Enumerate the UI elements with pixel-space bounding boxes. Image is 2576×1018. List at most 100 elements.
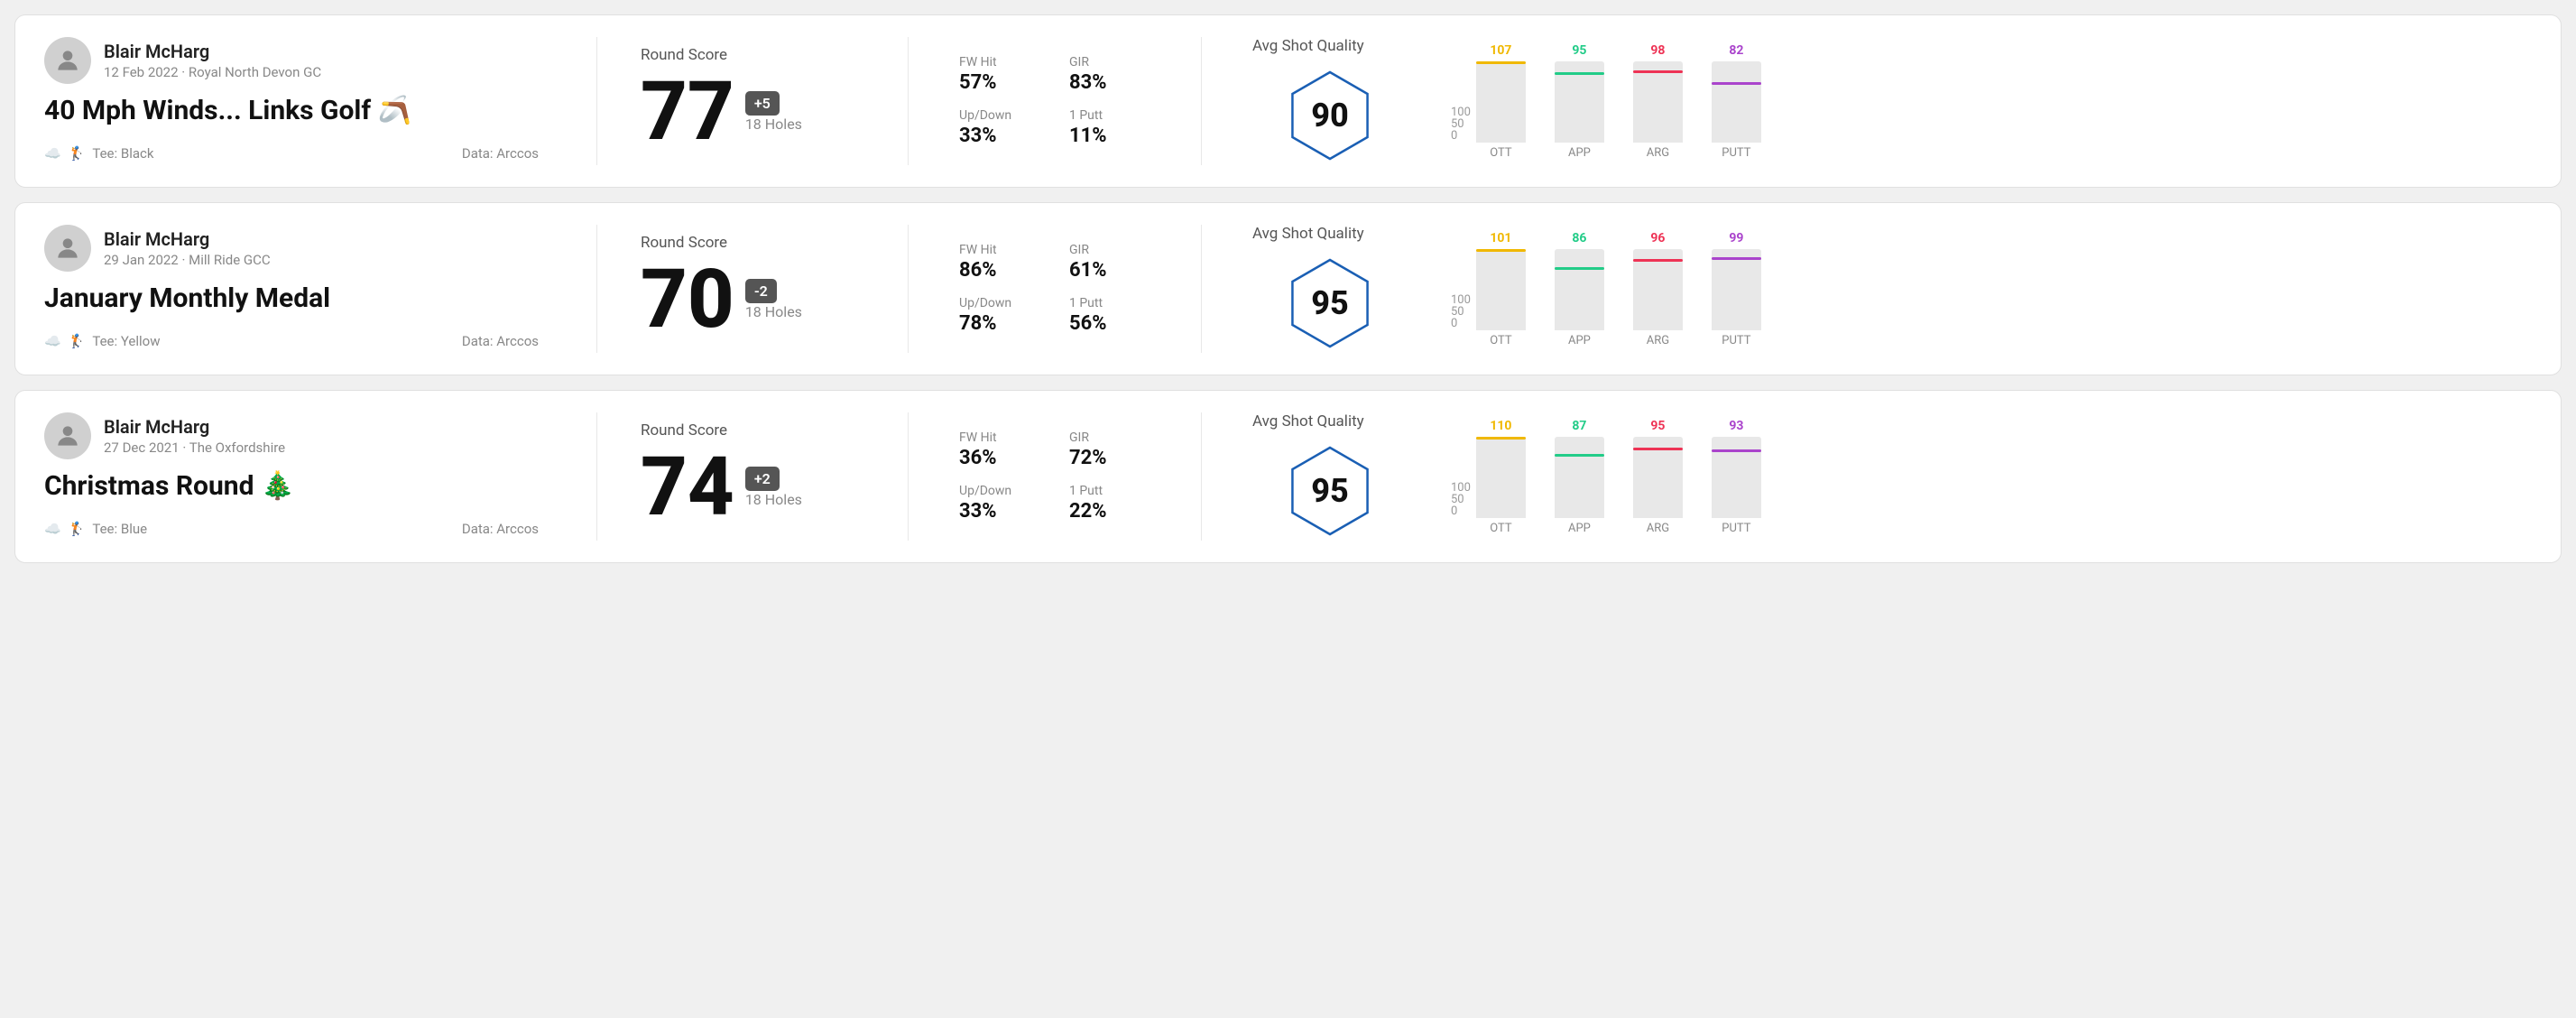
bar-line-ott [1476,437,1526,440]
updown-stat: Up/Down 33% [959,108,1040,147]
quality-section: Avg Shot Quality 95 [1231,225,1429,353]
avatar [44,37,91,84]
tee-label: Tee: Black [92,145,153,162]
avg-shot-label: Avg Shot Quality [1252,37,1364,55]
bar-value-app: 95 [1572,43,1586,58]
user-date: 27 Dec 2021 · The Oxfordshire [104,440,285,456]
gir-value: 83% [1069,71,1150,94]
gir-label: GIR [1069,430,1150,445]
bar-wrapper-app [1555,437,1604,518]
tee-row: ☁️ 🏌️ Tee: Black Data: Arccos [44,145,539,162]
user-icon [53,234,82,263]
tee-label: Tee: Blue [92,521,147,537]
holes-label: 18 Holes [745,116,802,133]
hexagon-container: 90 [1280,66,1380,165]
bar-group-putt: 93 PUTT [1712,419,1761,535]
bar-wrapper-arg [1633,249,1683,330]
score-badge: -2 [745,279,777,303]
bar-label-arg: ARG [1647,146,1669,160]
section-divider-1 [596,412,597,541]
updown-value: 33% [959,125,1040,147]
fw-hit-value: 86% [959,259,1040,282]
bar-value-arg: 98 [1650,43,1665,58]
bar-label-app: APP [1568,334,1591,347]
oneputt-value: 11% [1069,125,1150,147]
bar-value-app: 87 [1572,419,1586,433]
bar-line-app [1555,454,1604,457]
bar-label-arg: ARG [1647,334,1669,347]
hexagon-container: 95 [1280,441,1380,541]
section-divider-3 [1201,225,1202,353]
golf-bag-icon: 🏌️ [69,145,86,162]
avg-shot-label: Avg Shot Quality [1252,412,1364,430]
oneputt-value: 56% [1069,312,1150,335]
score-number: 74 [641,447,734,528]
bar-fill-bg [1633,259,1683,330]
hexagon-container: 95 [1280,254,1380,353]
round-title: Christmas Round 🎄 [44,470,539,503]
tee-info: ☁️ 🏌️ Tee: Blue [44,521,147,537]
bar-group-arg: 98 ARG [1633,43,1683,160]
bar-label-arg: ARG [1647,522,1669,535]
bar-group-arg: 96 ARG [1633,231,1683,347]
score-row: 70 -2 18 Holes [641,259,864,340]
score-badge: +5 [745,91,780,116]
stats-section: FW Hit 57% GIR 83% Up/Down 33% 1 Putt 11… [937,37,1172,165]
round-score-label: Round Score [641,46,864,64]
user-date: 29 Jan 2022 · Mill Ride GCC [104,252,271,268]
bar-label-putt: PUTT [1722,334,1750,347]
fw-hit-value: 36% [959,447,1040,469]
weather-icon: ☁️ [44,521,61,537]
bar-wrapper-ott [1476,249,1526,330]
bar-group-ott: 107 OTT [1476,43,1526,160]
tee-row: ☁️ 🏌️ Tee: Blue Data: Arccos [44,521,539,537]
bar-line-arg [1633,259,1683,262]
updown-value: 33% [959,500,1040,523]
bar-group-app: 86 APP [1555,231,1604,347]
stats-grid: FW Hit 57% GIR 83% Up/Down 33% 1 Putt 11… [959,55,1150,147]
hexagon: 90 [1280,66,1380,165]
bar-value-ott: 110 [1490,419,1511,433]
bar-value-arg: 95 [1650,419,1665,433]
bar-fill-bg [1476,69,1526,143]
round-score-label: Round Score [641,421,864,440]
bar-value-putt: 99 [1729,231,1743,245]
bar-fill-bg [1555,72,1604,143]
oneputt-label: 1 Putt [1069,108,1150,123]
data-source: Data: Arccos [462,521,539,537]
gir-label: GIR [1069,243,1150,257]
gir-value: 72% [1069,447,1150,469]
fw-hit-stat: FW Hit 36% [959,430,1040,469]
left-section: Blair McHarg 12 Feb 2022 · Royal North D… [44,37,568,165]
section-divider-1 [596,225,597,353]
avg-shot-label: Avg Shot Quality [1252,225,1364,243]
bar-wrapper-arg [1633,437,1683,518]
user-icon [53,46,82,75]
bar-wrapper-app [1555,61,1604,143]
quality-score: 95 [1311,284,1349,322]
round-card-3: Blair McHarg 27 Dec 2021 · The Oxfordshi… [14,390,2562,563]
quality-section: Avg Shot Quality 95 [1231,412,1429,541]
score-badge: +2 [745,467,780,491]
tee-info: ☁️ 🏌️ Tee: Black [44,145,153,162]
user-name: Blair McHarg [104,41,321,62]
bar-fill-bg [1476,256,1526,330]
bar-line-putt [1712,449,1761,452]
bar-label-ott: OTT [1490,334,1511,347]
bar-fill-bg [1555,267,1604,330]
bar-line-ott [1476,61,1526,64]
bar-group-app: 87 APP [1555,419,1604,535]
data-source: Data: Arccos [462,145,539,162]
bar-wrapper-ott [1476,437,1526,518]
weather-icon: ☁️ [44,333,61,349]
round-card-1: Blair McHarg 12 Feb 2022 · Royal North D… [14,14,2562,188]
bar-fill-bg [1555,454,1604,518]
bar-line-app [1555,267,1604,270]
bar-value-ott: 101 [1490,231,1511,245]
golf-bag-icon: 🏌️ [69,521,86,537]
bar-wrapper-arg [1633,61,1683,143]
user-header: Blair McHarg 12 Feb 2022 · Royal North D… [44,37,539,84]
updown-stat: Up/Down 33% [959,484,1040,523]
bar-fill-bg [1476,444,1526,518]
section-divider-1 [596,37,597,165]
